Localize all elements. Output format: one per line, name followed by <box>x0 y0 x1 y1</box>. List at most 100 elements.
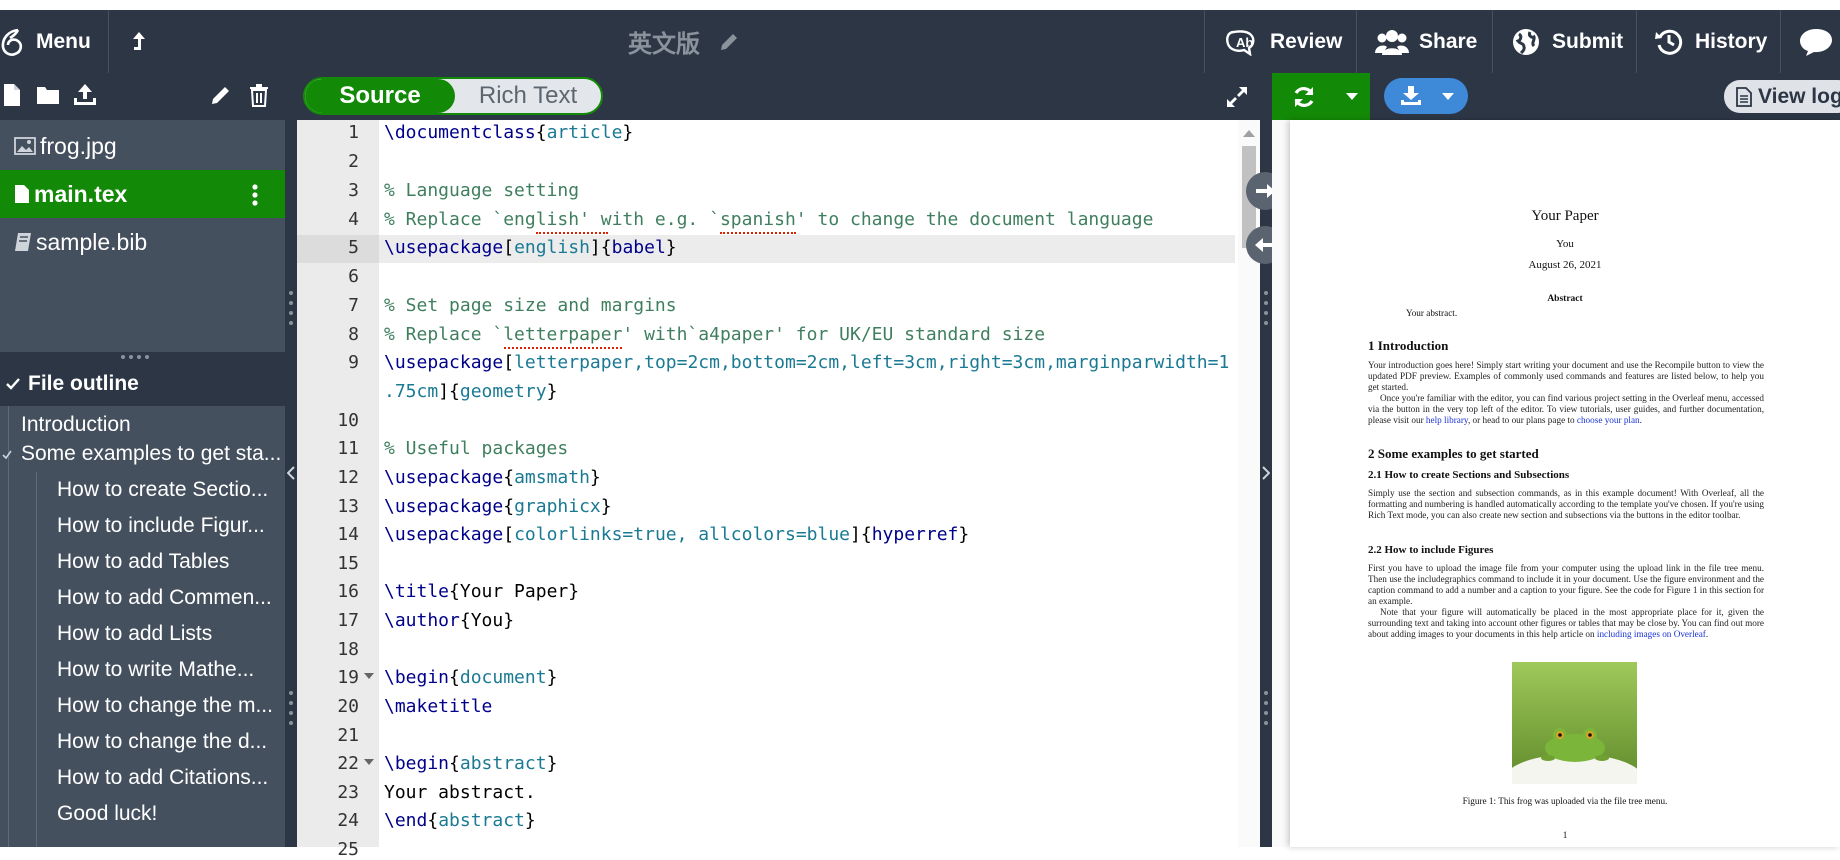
chevron-left-icon[interactable] <box>287 466 295 480</box>
line-number: 16 <box>337 581 359 602</box>
line-number: 12 <box>337 467 359 488</box>
line-number: 24 <box>337 810 359 831</box>
divider <box>1780 10 1781 73</box>
review-icon: Ab <box>1226 29 1255 56</box>
line-number: 17 <box>337 610 359 631</box>
caret-down-icon[interactable] <box>1346 93 1358 101</box>
code-line: \maketitle <box>384 696 493 717</box>
upload-icon[interactable] <box>73 83 97 107</box>
pdf-paragraph: Your introduction goes here! Simply star… <box>1368 360 1764 392</box>
line-number: 1 <box>348 122 359 143</box>
choose-plan-link[interactable]: choose your plan <box>1577 415 1640 425</box>
recompile-button[interactable] <box>1272 73 1370 120</box>
code-line: \usepackage[colorlinks=true, allcolors=b… <box>384 524 970 545</box>
code-line: \usepackage{graphicx} <box>384 496 612 517</box>
line-number: 15 <box>337 553 359 574</box>
pdf-author: You <box>1556 238 1574 250</box>
outline-item[interactable]: How to write Mathe... <box>57 652 285 688</box>
outline-item[interactable]: How to include Figur... <box>57 508 285 544</box>
download-pdf-button[interactable] <box>1384 78 1468 114</box>
outline-guide-line <box>36 472 37 847</box>
share-button[interactable]: Share <box>1375 10 1477 73</box>
line-number: 5 <box>348 237 359 258</box>
check-icon[interactable] <box>2 450 12 460</box>
expand-icon[interactable] <box>1225 85 1249 109</box>
code-line: \usepackage[letterpaper,top=2cm,bottom=2… <box>384 352 1230 373</box>
help-library-link[interactable]: help library <box>1426 415 1468 425</box>
line-number: 8 <box>348 324 359 345</box>
line-number: 19 <box>337 667 359 688</box>
scroll-up-arrow-icon[interactable] <box>1243 129 1255 137</box>
fold-caret-icon[interactable] <box>364 759 374 765</box>
file-item-sample-bib[interactable]: sample.bib <box>0 218 285 266</box>
menu-label: Menu <box>36 29 91 53</box>
code-line: % Replace `english' with e.g. `spanish' … <box>384 209 1154 230</box>
submit-button[interactable]: Submit <box>1512 10 1623 73</box>
line-number: 6 <box>348 266 359 287</box>
outline-item[interactable]: How to add Lists <box>57 616 285 652</box>
history-button[interactable]: History <box>1655 10 1767 73</box>
line-number: 11 <box>337 438 359 459</box>
rich-text-mode-button[interactable]: Rich Text <box>455 79 601 113</box>
caret-down-icon[interactable] <box>1442 93 1454 101</box>
file-item-main-tex[interactable]: main.tex <box>0 170 285 218</box>
menu-button[interactable]: Menu <box>0 10 91 73</box>
code-line: % Replace `letterpaper' with`a4paper' fo… <box>384 324 1046 345</box>
outline-item[interactable]: How to add Commen... <box>57 580 285 616</box>
chevron-right-icon[interactable] <box>1262 466 1270 480</box>
code-line: % Language setting <box>384 180 580 201</box>
level-up-icon <box>133 31 145 50</box>
sidebar-splitter[interactable] <box>285 120 297 847</box>
chat-button[interactable] <box>1798 10 1834 73</box>
kebab-menu-icon[interactable] <box>252 184 258 206</box>
drag-handle-icon <box>121 355 149 359</box>
pdf-paragraph: First you have to upload the image file … <box>1368 563 1764 606</box>
file-item-frog-jpg[interactable]: frog.jpg <box>0 122 285 170</box>
pencil-icon[interactable] <box>718 31 740 53</box>
line-number: 14 <box>337 524 359 545</box>
outline-item[interactable]: Some examples to get sta... <box>21 436 281 472</box>
pdf-section-heading: 1 Introduction <box>1368 338 1449 353</box>
tree-outline-resizer[interactable] <box>0 352 285 362</box>
outline-item[interactable]: How to add Citations... <box>57 760 285 796</box>
outline-item[interactable]: How to add Tables <box>57 544 285 580</box>
line-number: 21 <box>337 725 359 746</box>
editor-mode-toggle[interactable]: Source Rich Text <box>303 77 603 115</box>
view-logs-button[interactable]: View log <box>1724 80 1840 113</box>
outline-item[interactable]: How to change the d... <box>57 724 285 760</box>
pdf-abstract-heading: Abstract <box>1547 294 1583 304</box>
pdf-toolbar: View log <box>1272 73 1840 120</box>
project-title[interactable]: 英文版 <box>628 10 740 73</box>
check-icon <box>6 378 20 390</box>
review-button[interactable]: Ab Review <box>1224 10 1342 73</box>
rename-pencil-icon[interactable] <box>210 84 232 106</box>
including-images-link[interactable]: including images on Overleaf <box>1597 629 1706 639</box>
new-file-icon[interactable] <box>3 83 21 107</box>
pdf-subsection-heading: 2.2 How to include Figures <box>1368 544 1494 556</box>
new-folder-icon[interactable] <box>36 85 60 105</box>
history-label: History <box>1695 29 1768 53</box>
pdf-abstract-text: Your abstract. <box>1406 308 1458 318</box>
file-text-icon <box>1736 86 1752 107</box>
refresh-icon <box>1294 87 1314 107</box>
outline-item[interactable]: How to change the m... <box>57 688 285 724</box>
back-to-projects-button[interactable] <box>130 10 148 73</box>
code-line: \usepackage{amsmath} <box>384 467 601 488</box>
file-outline-header[interactable]: File outline <box>0 362 285 406</box>
pdf-section-heading: 2 Some examples to get started <box>1368 446 1539 461</box>
line-number: 2 <box>348 151 359 172</box>
source-mode-button[interactable]: Source <box>305 79 455 113</box>
pdf-figure-caption: Figure 1: This frog was uploaded via the… <box>1462 796 1668 806</box>
share-label: Share <box>1419 29 1478 53</box>
code-line: \begin{document} <box>384 667 558 688</box>
trash-icon[interactable] <box>249 83 269 107</box>
outline-item[interactable]: Good luck! <box>57 796 285 832</box>
fold-caret-icon[interactable] <box>364 673 374 679</box>
line-number: 20 <box>337 696 359 717</box>
history-icon <box>1655 29 1683 55</box>
outline-item[interactable]: How to create Sectio... <box>57 472 285 508</box>
line-number: 22 <box>337 753 359 774</box>
overleaf-logo-icon <box>1 28 23 56</box>
line-number: 4 <box>348 209 359 230</box>
chat-icon <box>1800 28 1832 56</box>
